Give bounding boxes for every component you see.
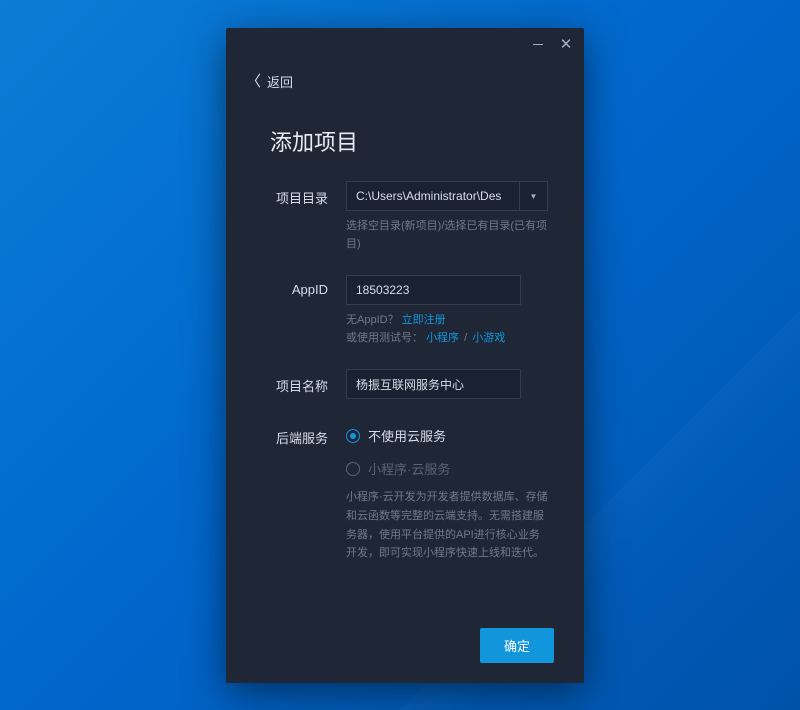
backend-row: 后端服务 不使用云服务 小程序·云服务 小程序·云开发为开发者提供数据库、存储和… [226, 421, 548, 563]
app-window: ✕ 〈 返回 添加项目 项目目录 ▼ 选择空目录(新项目)/选择已有目录(已有项… [226, 28, 584, 683]
project-dir-label: 项目目录 [226, 181, 346, 253]
minimize-button[interactable] [530, 36, 546, 52]
radio-icon [346, 462, 360, 476]
backend-radio-group: 不使用云服务 小程序·云服务 [346, 421, 548, 478]
backend-label: 后端服务 [226, 421, 346, 563]
project-name-label: 项目名称 [226, 369, 346, 399]
backend-option-cloud[interactable]: 小程序·云服务 [346, 459, 548, 478]
register-link[interactable]: 立即注册 [402, 314, 446, 326]
backend-description: 小程序·云开发为开发者提供数据库、存储和云函数等完整的云端支持。无需搭建服务器，… [346, 488, 548, 563]
dialog-footer: 确定 [480, 628, 554, 663]
close-button[interactable]: ✕ [558, 36, 574, 52]
project-dir-row: 项目目录 ▼ 选择空目录(新项目)/选择已有目录(已有项目) [226, 181, 548, 253]
project-dir-hint: 选择空目录(新项目)/选择已有目录(已有项目) [346, 218, 548, 253]
trial-game-link[interactable]: 小游戏 [472, 332, 505, 344]
chevron-down-icon: ▼ [530, 192, 538, 201]
confirm-button[interactable]: 确定 [480, 628, 554, 663]
radio-icon [346, 429, 360, 443]
backend-option-none[interactable]: 不使用云服务 [346, 426, 548, 445]
appid-hint: 无AppID？ 立即注册 或使用测试号： 小程序 / 小游戏 [346, 312, 548, 347]
radio-label: 小程序·云服务 [368, 459, 450, 478]
appid-label: AppID [226, 275, 346, 347]
titlebar: ✕ [226, 28, 584, 60]
chevron-left-icon: 〈 [246, 74, 261, 89]
close-icon: ✕ [560, 37, 573, 52]
project-name-input[interactable] [346, 369, 521, 399]
radio-label: 不使用云服务 [368, 426, 446, 445]
project-dir-browse-button[interactable]: ▼ [520, 181, 548, 211]
page-title: 添加项目 [226, 91, 584, 181]
back-label: 返回 [267, 72, 293, 91]
minimize-icon [533, 44, 543, 45]
project-name-row: 项目名称 [226, 369, 548, 399]
appid-input[interactable] [346, 275, 521, 305]
project-dir-input[interactable] [346, 181, 520, 211]
add-project-form: 项目目录 ▼ 选择空目录(新项目)/选择已有目录(已有项目) AppID 无Ap… [226, 181, 584, 563]
appid-row: AppID 无AppID？ 立即注册 或使用测试号： 小程序 / 小游戏 [226, 275, 548, 347]
trial-miniapp-link[interactable]: 小程序 [426, 332, 459, 344]
back-button[interactable]: 〈 返回 [226, 60, 584, 91]
